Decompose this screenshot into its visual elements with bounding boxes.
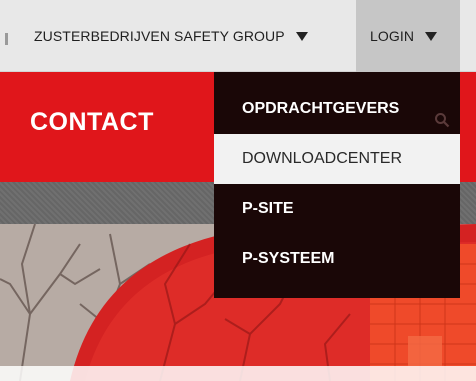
- caret-down-icon: [425, 31, 438, 41]
- nav-separator: [5, 33, 8, 45]
- menu-item-p-site[interactable]: P-SITE: [214, 184, 460, 234]
- menu-item-label: P-SYSTEEM: [242, 250, 335, 267]
- login-dropdown-menu: OPDRACHTGEVERS DOWNLOADCENTER P-SITE P-S…: [214, 72, 460, 298]
- login-dropdown[interactable]: LOGIN: [356, 0, 460, 72]
- page-title: CONTACT: [30, 108, 154, 136]
- menu-item-p-systeem[interactable]: P-SYSTEEM: [214, 234, 460, 284]
- sister-companies-dropdown[interactable]: ZUSTERBEDRIJVEN SAFETY GROUP: [34, 0, 308, 72]
- caret-down-icon: [295, 31, 308, 41]
- sister-companies-label: ZUSTERBEDRIJVEN SAFETY GROUP: [34, 28, 285, 44]
- top-navigation-bar: ZUSTERBEDRIJVEN SAFETY GROUP LOGIN: [0, 0, 476, 72]
- menu-item-downloadcenter[interactable]: DOWNLOADCENTER: [214, 134, 460, 184]
- menu-item-label: OPDRACHTGEVERS: [242, 100, 400, 117]
- page: ZUSTERBEDRIJVEN SAFETY GROUP LOGIN CONTA…: [0, 0, 476, 381]
- menu-item-label: P-SITE: [242, 200, 294, 217]
- menu-item-opdrachtgevers[interactable]: OPDRACHTGEVERS: [214, 84, 460, 134]
- login-label: LOGIN: [370, 28, 415, 44]
- menu-item-label: DOWNLOADCENTER: [242, 150, 403, 167]
